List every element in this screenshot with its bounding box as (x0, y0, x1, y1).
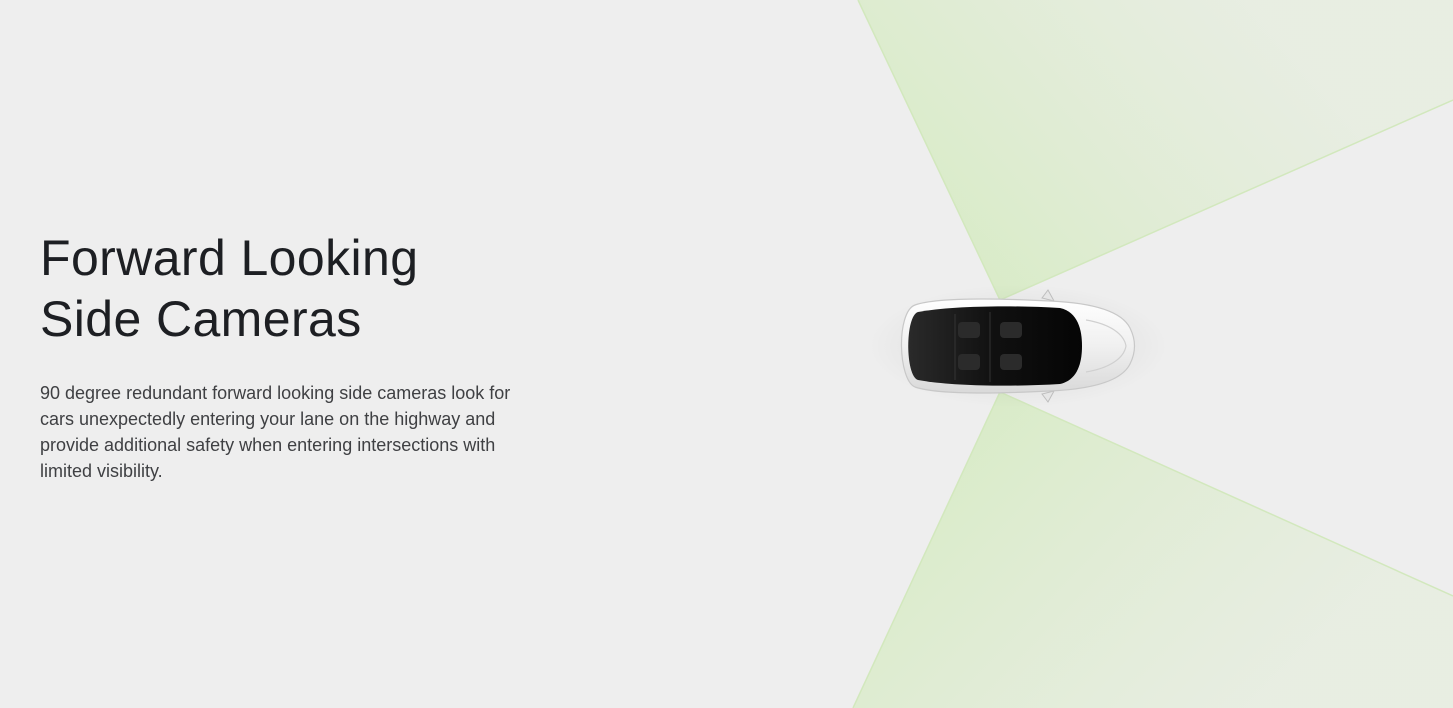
car-top-view (868, 284, 1168, 408)
feature-title: Forward Looking Side Cameras (40, 228, 560, 350)
feature-title-line-2: Side Cameras (40, 291, 362, 347)
feature-copy: Forward Looking Side Cameras 90 degree r… (40, 228, 560, 484)
feature-section: Forward Looking Side Cameras 90 degree r… (0, 0, 1453, 708)
feature-description: 90 degree redundant forward looking side… (40, 383, 511, 481)
feature-title-line-1: Forward Looking (40, 230, 419, 286)
camera-cone-upper (858, 0, 1453, 300)
camera-cone-lower (853, 392, 1453, 708)
